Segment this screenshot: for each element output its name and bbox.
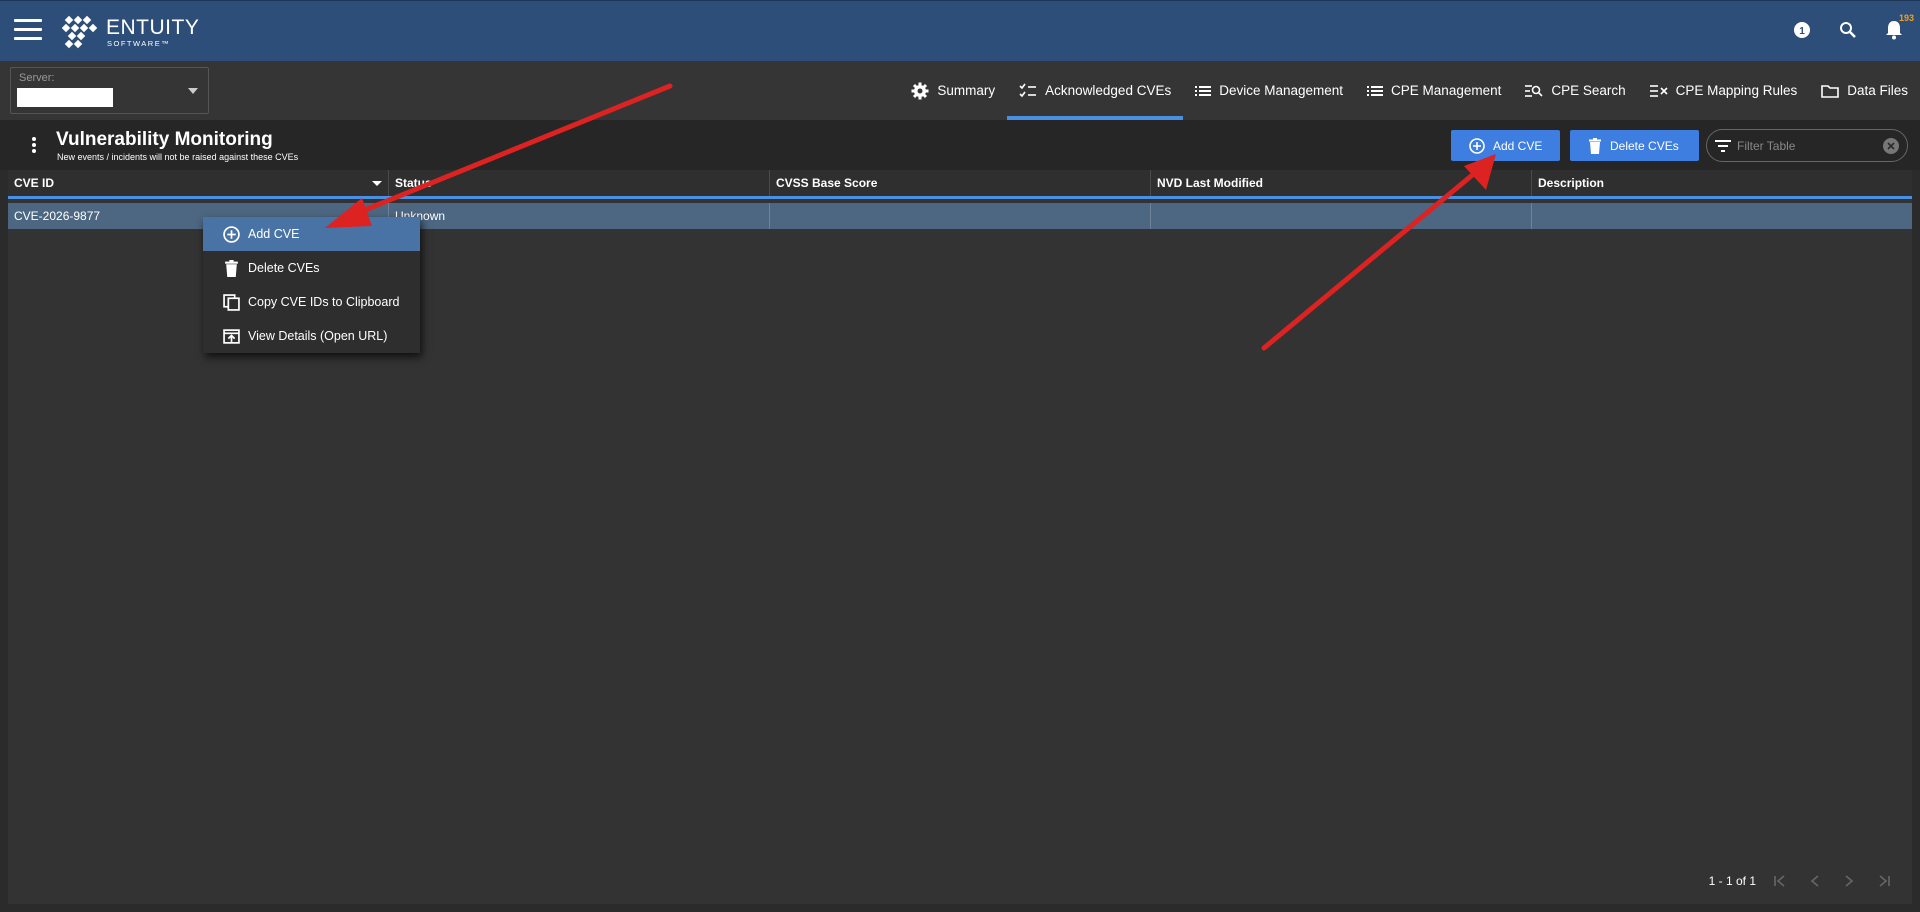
- tab-acknowledged-cves[interactable]: Acknowledged CVEs: [1007, 61, 1184, 120]
- cell-description: [1532, 203, 1912, 229]
- open-in-new-icon: [223, 328, 240, 344]
- server-value: [17, 88, 113, 107]
- trash-icon: [225, 259, 238, 277]
- column-header-label: Description: [1538, 176, 1605, 190]
- table-header: CVE ID Status CVSS Base Score NVD Last M…: [8, 170, 1912, 199]
- copy-icon: [223, 293, 240, 311]
- chevron-down-icon: [188, 88, 198, 94]
- page-title: Vulnerability Monitoring: [56, 129, 273, 150]
- tab-label: Device Management: [1219, 83, 1344, 98]
- tab-label: CPE Management: [1391, 83, 1502, 98]
- tab-cpe-search[interactable]: CPE Search: [1513, 61, 1637, 120]
- page-toolbar: Vulnerability Monitoring New events / in…: [0, 120, 1920, 170]
- list-icon: [1195, 85, 1212, 96]
- svg-text:1: 1: [1799, 26, 1805, 37]
- tab-bar: Summary Acknowledged CVEs Device Managem…: [899, 61, 1920, 120]
- column-header-cve-id[interactable]: CVE ID: [8, 170, 389, 196]
- hamburger-menu-icon[interactable]: [14, 19, 42, 41]
- checklist-icon: [1019, 83, 1037, 97]
- last-page-icon[interactable]: [1874, 872, 1892, 890]
- context-menu-add-cve[interactable]: Add CVE: [203, 217, 420, 251]
- delete-cves-label: Delete CVEs: [1610, 138, 1679, 153]
- context-menu-label: Copy CVE IDs to Clipboard: [248, 295, 400, 309]
- tab-label: Data Files: [1847, 83, 1908, 98]
- context-menu-delete-cves[interactable]: Delete CVEs: [203, 251, 420, 285]
- column-header-cvss-base-score[interactable]: CVSS Base Score: [770, 170, 1151, 196]
- search-icon[interactable]: [1836, 17, 1860, 43]
- notification-bell-icon[interactable]: 193: [1882, 13, 1914, 43]
- list-rules-icon: [1649, 84, 1668, 97]
- tab-device-management[interactable]: Device Management: [1183, 61, 1355, 120]
- tab-cpe-mapping-rules[interactable]: CPE Mapping Rules: [1638, 61, 1810, 120]
- language-icon[interactable]: 1: [1790, 17, 1814, 43]
- column-header-label: CVSS Base Score: [776, 176, 878, 190]
- column-header-nvd-last-modified[interactable]: NVD Last Modified: [1151, 170, 1532, 196]
- pagination-range: 1 - 1 of 1: [1708, 874, 1756, 888]
- trash-icon: [1589, 137, 1601, 154]
- add-circle-icon: [1469, 137, 1485, 154]
- cell-nvd-last-modified: [1151, 203, 1532, 229]
- clear-filter-icon[interactable]: [1883, 138, 1899, 154]
- context-menu-label: Add CVE: [248, 227, 300, 241]
- delete-cves-button[interactable]: Delete CVEs: [1570, 130, 1699, 161]
- entuity-logo-mark-icon: [62, 15, 98, 49]
- folder-icon: [1821, 84, 1840, 98]
- previous-page-icon[interactable]: [1806, 872, 1824, 890]
- top-header: ENTUITY SOFTWARE™ 1 193: [0, 0, 1920, 61]
- first-page-icon[interactable]: [1772, 872, 1790, 890]
- list-search-icon: [1525, 84, 1543, 97]
- more-options-icon[interactable]: [30, 137, 38, 155]
- tab-label: CPE Search: [1551, 83, 1626, 98]
- column-header-label: Status: [395, 176, 432, 190]
- column-header-description[interactable]: Description: [1532, 170, 1912, 196]
- tab-data-files[interactable]: Data Files: [1809, 61, 1920, 120]
- column-header-label: CVE ID: [14, 176, 55, 190]
- server-select[interactable]: Server:: [10, 67, 209, 114]
- page-subtitle: New events / incidents will not be raise…: [57, 152, 299, 162]
- context-menu-view-details[interactable]: View Details (Open URL): [203, 319, 420, 353]
- tab-label: Acknowledged CVEs: [1045, 83, 1172, 98]
- column-header-status[interactable]: Status: [389, 170, 770, 196]
- tab-summary[interactable]: Summary: [899, 61, 1007, 120]
- entuity-logo[interactable]: ENTUITY SOFTWARE™: [62, 15, 199, 49]
- next-page-icon[interactable]: [1840, 872, 1858, 890]
- add-circle-icon: [223, 225, 240, 243]
- pagination: 1 - 1 of 1: [1709, 872, 1892, 890]
- navigation-bar: Server: Summary Acknowledged CVEs Device…: [0, 61, 1920, 120]
- context-menu-label: Delete CVEs: [248, 261, 320, 275]
- row-context-menu: Add CVE Delete CVEs Copy CVE IDs to Clip…: [203, 217, 420, 353]
- column-header-label: NVD Last Modified: [1157, 176, 1264, 190]
- tab-cpe-management[interactable]: CPE Management: [1355, 61, 1513, 120]
- filter-table-input[interactable]: [1737, 138, 1877, 153]
- tab-label: Summary: [937, 83, 996, 98]
- add-cve-button[interactable]: Add CVE: [1451, 130, 1560, 161]
- context-menu-label: View Details (Open URL): [248, 329, 388, 343]
- logo-text: ENTUITY: [106, 15, 200, 39]
- filter-icon: [1715, 139, 1731, 152]
- cell-cvss-base-score: [770, 203, 1151, 229]
- add-cve-label: Add CVE: [1493, 138, 1543, 153]
- gear-icon: [911, 82, 929, 99]
- context-menu-copy-cve-ids[interactable]: Copy CVE IDs to Clipboard: [203, 285, 420, 319]
- tab-label: CPE Mapping Rules: [1675, 83, 1798, 98]
- cell-status: Unknown: [389, 203, 770, 229]
- notification-count-badge: 193: [1898, 13, 1914, 23]
- filter-table-field: [1706, 129, 1908, 162]
- sort-desc-icon[interactable]: [372, 181, 382, 186]
- server-label: Server:: [19, 72, 55, 84]
- logo-subtext: SOFTWARE™: [107, 38, 171, 48]
- list-icon: [1367, 85, 1384, 96]
